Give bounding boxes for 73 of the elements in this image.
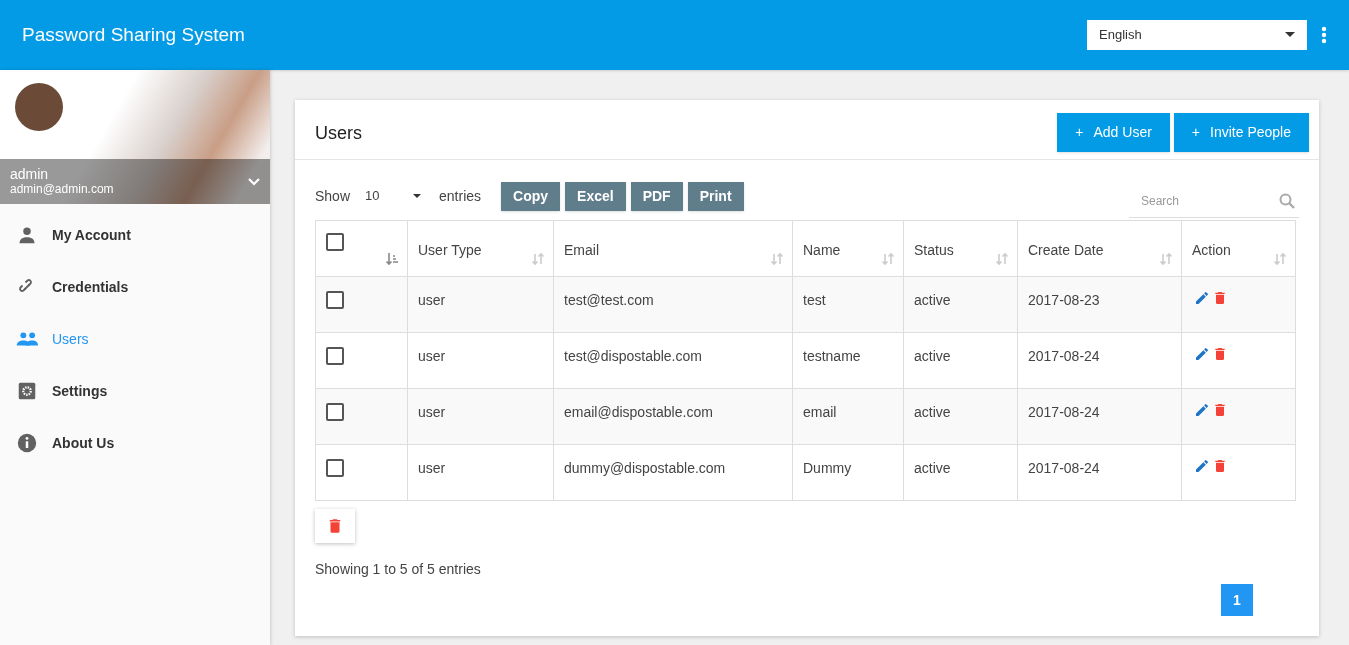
table-cell: dummy@dispostable.com (564, 460, 726, 476)
table-cell: Dummy (803, 460, 852, 476)
checkbox[interactable] (326, 403, 344, 421)
export-button[interactable]: Copy (501, 181, 561, 211)
edit-icon[interactable] (1194, 290, 1210, 306)
table-cell: testname (803, 348, 861, 364)
edit-icon[interactable] (1194, 402, 1210, 418)
profile-email: admin@admin.com (10, 181, 114, 197)
table-cell: user (418, 404, 446, 420)
sidebar-label: Users (52, 329, 89, 349)
sidebar-item[interactable]: About Us (0, 417, 270, 469)
export-button[interactable]: Excel (565, 181, 626, 211)
column-header[interactable]: Create Date (1028, 242, 1104, 258)
bulk-delete-button[interactable] (315, 509, 355, 543)
sidebar-label: Settings (52, 381, 108, 401)
person-icon (18, 226, 36, 244)
table-cell: email (803, 404, 837, 420)
app-title: Password Sharing System (22, 22, 245, 47)
language-select[interactable]: English (1087, 20, 1307, 50)
search-field[interactable]: Search (1129, 184, 1299, 218)
export-button[interactable]: Print (687, 181, 744, 211)
table-cell: test@dispostable.com (564, 348, 702, 364)
table-cell: user (418, 348, 446, 364)
show-label: Show (315, 186, 351, 206)
sidebar-item[interactable]: Settings (0, 365, 270, 417)
caret-icon (413, 193, 422, 199)
entries-label: entries (439, 186, 482, 206)
card-title: Users (315, 122, 362, 145)
caret-icon (1285, 32, 1295, 38)
profile-name: admin (10, 166, 50, 182)
trash-icon[interactable] (1212, 402, 1228, 418)
column-header[interactable]: Email (564, 242, 599, 258)
column-header[interactable]: Action (1192, 242, 1231, 258)
sidebar-label: About Us (52, 433, 115, 453)
people-icon (16, 331, 38, 347)
column-header[interactable]: Status (914, 242, 954, 258)
chevron-down-icon (248, 177, 260, 186)
checkbox[interactable] (326, 459, 344, 477)
table-cell: 2017-08-24 (1028, 348, 1100, 364)
table-cell: 2017-08-23 (1028, 292, 1100, 308)
sidebar-item[interactable]: Credentials (0, 261, 270, 313)
table-cell: 2017-08-24 (1028, 404, 1100, 420)
table-cell: user (418, 292, 446, 308)
table-cell: user (418, 460, 446, 476)
info-icon (17, 433, 37, 453)
sidebar-item[interactable]: My Account (0, 209, 270, 261)
table-info: Showing 1 to 5 of 5 entries (315, 560, 481, 579)
trash-icon[interactable] (1212, 346, 1228, 362)
checkbox[interactable] (326, 233, 344, 251)
checkbox[interactable] (326, 291, 344, 309)
table-cell: 2017-08-24 (1028, 460, 1100, 476)
sort-icon[interactable] (385, 252, 399, 266)
table-cell: test (803, 292, 826, 308)
entries-select[interactable]: 10 (365, 182, 426, 210)
sidebar-label: Credentials (52, 277, 129, 297)
export-button[interactable]: PDF (630, 181, 683, 211)
more-icon[interactable] (1321, 26, 1327, 44)
table-cell: email@dispostable.com (564, 404, 713, 420)
checkbox[interactable] (326, 347, 344, 365)
table-cell: test@test.com (564, 292, 654, 308)
column-header[interactable]: Name (803, 242, 841, 258)
table-cell: active (914, 292, 951, 308)
table-cell: active (914, 460, 951, 476)
trash-icon[interactable] (1212, 290, 1228, 306)
table-cell: active (914, 348, 951, 364)
table-cell: active (914, 404, 951, 420)
search-icon[interactable] (1279, 193, 1295, 209)
column-header[interactable]: User Type (418, 242, 482, 258)
sidebar-label: My Account (52, 225, 131, 245)
gear-icon (18, 382, 36, 400)
trash-icon[interactable] (1212, 458, 1228, 474)
edit-icon[interactable] (1194, 458, 1210, 474)
edit-icon[interactable] (1194, 346, 1210, 362)
